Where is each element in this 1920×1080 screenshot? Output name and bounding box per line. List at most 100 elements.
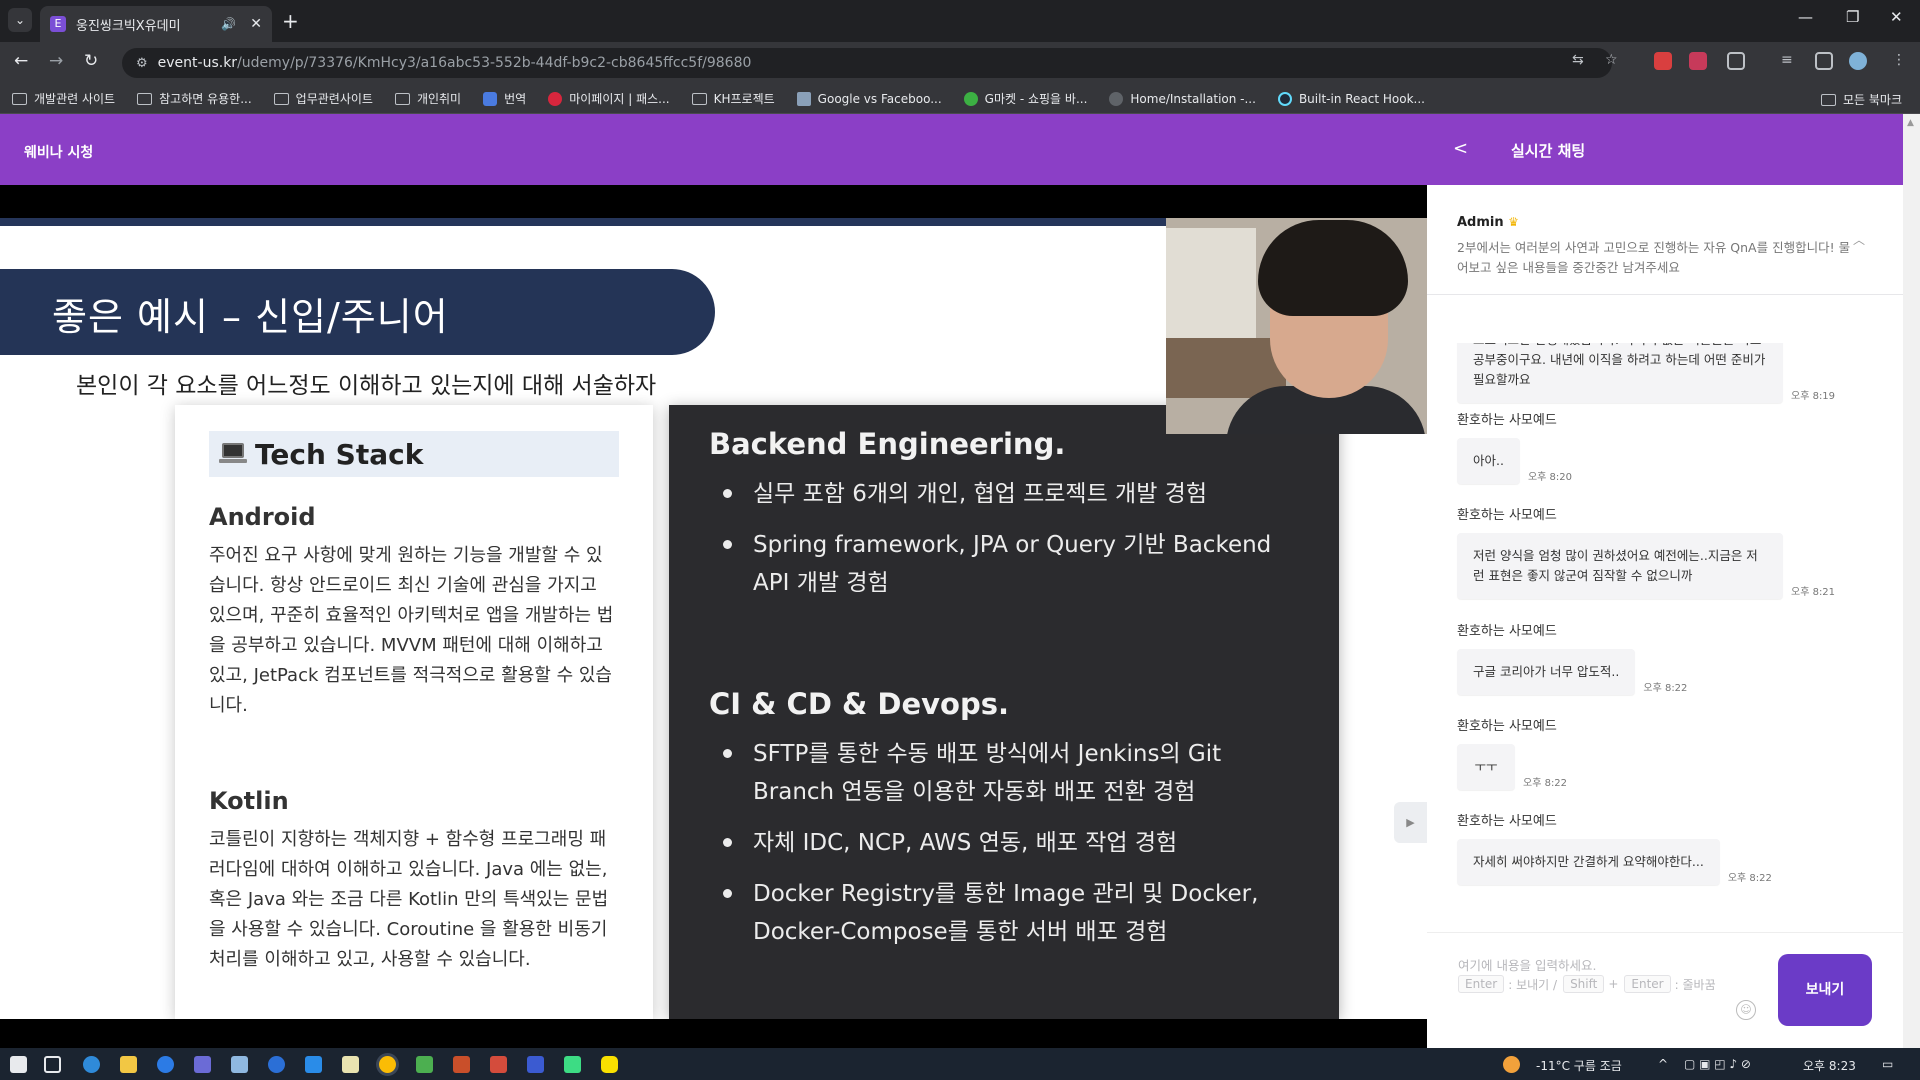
app-icon[interactable] [194,1056,211,1073]
bookmark-item[interactable]: 마이페이지 | 패스... [548,90,670,107]
task-view-icon[interactable] [44,1056,61,1073]
bookmark-label: Google vs Faceboo... [817,91,942,106]
folder-icon [1820,93,1836,106]
bookmark-item[interactable]: G마켓 - 쇼핑을 바... [963,90,1087,107]
bullet-item: 실무 포함 6개의 개인, 협업 프로젝트 개발 경험 [709,475,1299,513]
extensions-puzzle-icon[interactable] [1727,52,1745,70]
message-bubble: 자세히 써야하지만 간결하게 요약해야한다... [1457,839,1720,885]
forward-icon[interactable]: → [49,51,63,71]
close-tab-icon[interactable]: ✕ [250,16,262,32]
slide-title: 좋은 예시 – 신입/주니어 [52,295,449,339]
notes-icon[interactable] [342,1056,359,1073]
extension-icon[interactable] [1689,52,1707,70]
bookmark-item[interactable]: 참고하면 유용한... [137,90,252,107]
weather-icon[interactable] [1503,1056,1520,1073]
enter-key-hint: Enter [1624,975,1671,993]
close-window-icon[interactable]: ✕ [1890,8,1903,26]
media-controls-icon[interactable]: ≡ [1781,52,1793,68]
chat-title: 실시간 채팅 [1511,142,1586,160]
chevron-up-icon[interactable]: ^ [1658,1057,1668,1071]
profile-avatar-icon[interactable] [1849,52,1867,70]
app-icon[interactable] [453,1056,470,1073]
windows-taskbar: -11°C 구름 조금 ^ ▢ ▣ ◰ ♪ ⊘ 오후 8:23 ▭ [0,1048,1920,1080]
bookmark-item[interactable]: Google vs Faceboo... [796,91,942,106]
bookmark-item[interactable]: 업무관련사이트 [273,90,373,107]
reload-icon[interactable]: ↻ [84,51,98,71]
minimize-icon[interactable]: — [1798,8,1813,26]
edge-browser-icon[interactable] [83,1056,100,1073]
bookmark-item[interactable]: Home/Installation -... [1109,91,1256,106]
send-hint: : 보내기 / [1508,977,1558,992]
app-icon[interactable] [416,1056,433,1073]
bookmark-item[interactable]: Built-in React Hook... [1277,91,1425,106]
message-author: 환호하는 사모예드 [1457,508,1557,523]
webinar-page: 웨비나 시청 좋은 예시 – 신입/주니어 본인이 각 요소를 어느정도 이해하… [0,114,1920,1048]
video-player[interactable]: 좋은 예시 – 신입/주니어 본인이 각 요소를 어느정도 이해하고 있는지에 … [0,185,1427,1048]
all-bookmarks-button[interactable]: 모든 북마크 [1820,91,1902,108]
vscode-icon[interactable] [305,1056,322,1073]
chat-input[interactable]: 여기에 내용을 입력하세요. [1458,955,1596,974]
presentation-slide: 좋은 예시 – 신입/주니어 본인이 각 요소를 어느정도 이해하고 있는지에 … [0,218,1427,1019]
menu-kebab-icon[interactable]: ⋮ [1892,52,1906,68]
bookmark-star-icon[interactable]: ☆ [1605,52,1618,68]
side-panel-icon[interactable] [1815,52,1833,70]
experience-card: Backend Engineering. 실무 포함 6개의 개인, 협업 프로… [669,405,1339,1019]
enter-key-hint: Enter [1458,975,1505,993]
scroll-up-icon[interactable]: ▲ [1907,118,1914,128]
url-path: /udemy/p/73376/KmHcy3/a16abc53-552b-44df… [237,55,752,71]
bookmark-label: Built-in React Hook... [1298,91,1425,106]
send-button[interactable]: 보내기 [1778,954,1872,1026]
extension-icon[interactable] [1654,52,1672,70]
chevron-up-icon[interactable]: ︿ [1853,231,1865,248]
chevron-left-icon[interactable]: < [1453,138,1468,159]
app-icon[interactable] [490,1056,507,1073]
tray-icons[interactable]: ▢ ▣ ◰ ♪ ⊘ [1684,1057,1751,1071]
message-time: 오후 8:21 [1791,587,1836,598]
all-bookmarks-label: 모든 북마크 [1842,93,1902,107]
section-title: Android [209,503,316,531]
translate-icon[interactable]: ⇆ [1572,52,1584,68]
speaker-icon[interactable]: 🔊 [221,17,236,31]
site-favicon-icon: E [50,16,66,32]
back-icon[interactable]: ← [14,51,28,71]
weather-text[interactable]: -11°C 구름 조금 [1536,1057,1622,1074]
bookmark-item[interactable]: 번역 [483,90,526,107]
bookmark-item[interactable]: KH프로젝트 [691,90,775,107]
clock[interactable]: 오후 8:23 [1803,1057,1856,1074]
active-tab[interactable]: E 웅진씽크빅X유데미 🔊 ✕ [40,6,272,42]
bookmark-item[interactable]: 개인취미 [394,90,461,107]
notification-icon[interactable]: ▭ [1882,1057,1893,1071]
page-title: 웨비나 시청 [24,145,94,161]
tab-search-icon[interactable]: ⌄ [8,8,32,32]
chat-message-list[interactable]: 프로젝트만 진행해왔습니다. 나머지 없는 기술들을 따로 공부중이구요. 내년… [1427,343,1903,943]
browser-tab-bar: ⌄ E 웅진씽크빅X유데미 🔊 ✕ + — ❐ ✕ [0,0,1920,42]
notepad-icon[interactable] [231,1056,248,1073]
windows-start-icon[interactable] [10,1056,27,1073]
notice-author: Admin ♛ [1457,215,1873,230]
emoji-smile-icon[interactable]: ☺ [1736,1000,1756,1020]
app-icon[interactable] [527,1056,544,1073]
tech-stack-heading: Tech Stack [209,431,619,477]
new-tab-icon[interactable]: + [282,9,299,33]
message-author: 환호하는 사모예드 [1457,719,1557,734]
expand-panel-arrow-icon[interactable]: ▶ [1394,802,1427,843]
chat-message: 환호하는 사모예드 아아.. 오후 8:20 [1457,409,1572,484]
bookmark-label: Home/Installation -... [1130,91,1256,106]
app-icon[interactable] [157,1056,174,1073]
bookmark-item[interactable]: 개발관련 사이트 [12,90,115,107]
restore-icon[interactable]: ❐ [1846,8,1859,26]
shift-key-hint: Shift [1563,975,1605,993]
file-explorer-icon[interactable] [120,1056,137,1073]
react-icon [1277,91,1292,106]
page-scrollbar[interactable]: ▲ [1903,114,1920,1048]
url-bar[interactable]: ⚙ event-us.kr /udemy/p/73376/KmHcy3/a16a… [122,48,1612,78]
site-info-icon[interactable]: ⚙ [136,56,148,71]
chrome-icon[interactable] [379,1056,396,1073]
android-studio-icon[interactable] [564,1056,581,1073]
maps-icon[interactable] [268,1056,285,1073]
chart-icon [796,91,811,106]
kakaotalk-icon[interactable] [601,1056,618,1073]
bookmark-label: 참고하면 유용한... [159,92,252,106]
folder-icon [691,92,707,105]
chat-header: < 실시간 채팅 [1427,114,1903,185]
